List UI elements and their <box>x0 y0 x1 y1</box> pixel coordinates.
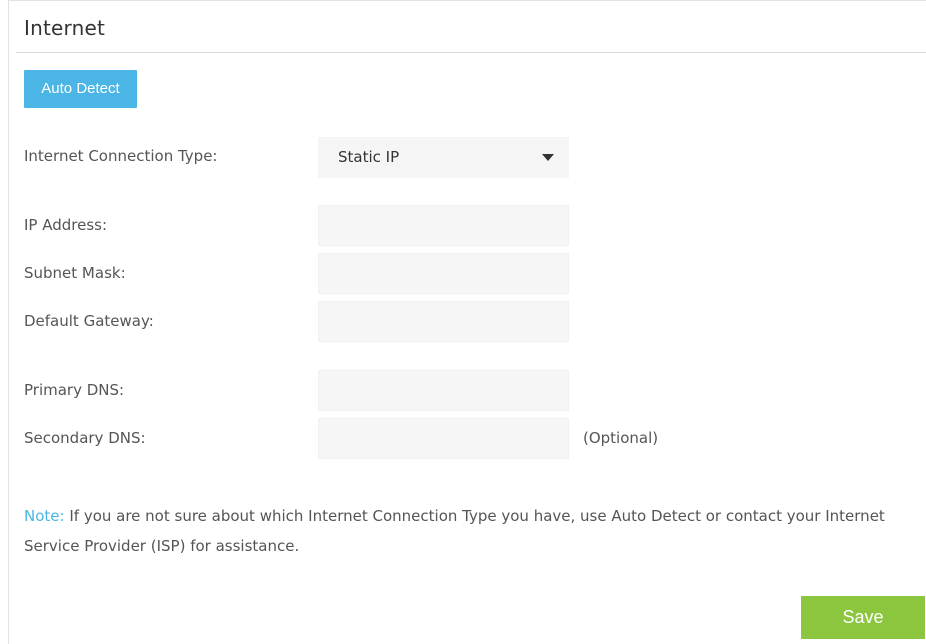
default-gateway-field[interactable] <box>318 301 569 342</box>
subnet-mask-label: Subnet Mask: <box>24 264 126 282</box>
caret-down-icon <box>542 154 554 161</box>
connection-type-value: Static IP <box>338 148 400 166</box>
title-divider <box>16 52 926 53</box>
note-text: Note: If you are not sure about which In… <box>24 501 914 561</box>
connection-type-label: Internet Connection Type: <box>24 147 218 165</box>
note-prefix: Note: <box>24 507 65 525</box>
note-body: If you are not sure about which Internet… <box>24 507 885 555</box>
primary-dns-field[interactable] <box>318 370 569 411</box>
primary-dns-label: Primary DNS: <box>24 381 125 399</box>
ip-address-label: IP Address: <box>24 216 108 234</box>
ip-address-field[interactable] <box>318 205 569 246</box>
subnet-mask-field[interactable] <box>318 253 569 294</box>
page-title: Internet <box>24 16 106 40</box>
auto-detect-button[interactable]: Auto Detect <box>24 70 137 108</box>
save-button[interactable]: Save <box>801 596 925 639</box>
secondary-dns-optional-hint: (Optional) <box>583 429 659 447</box>
secondary-dns-label: Secondary DNS: <box>24 429 146 447</box>
default-gateway-label: Default Gateway: <box>24 312 154 330</box>
connection-type-select[interactable]: Static IP <box>318 137 569 178</box>
secondary-dns-field[interactable] <box>318 418 569 459</box>
